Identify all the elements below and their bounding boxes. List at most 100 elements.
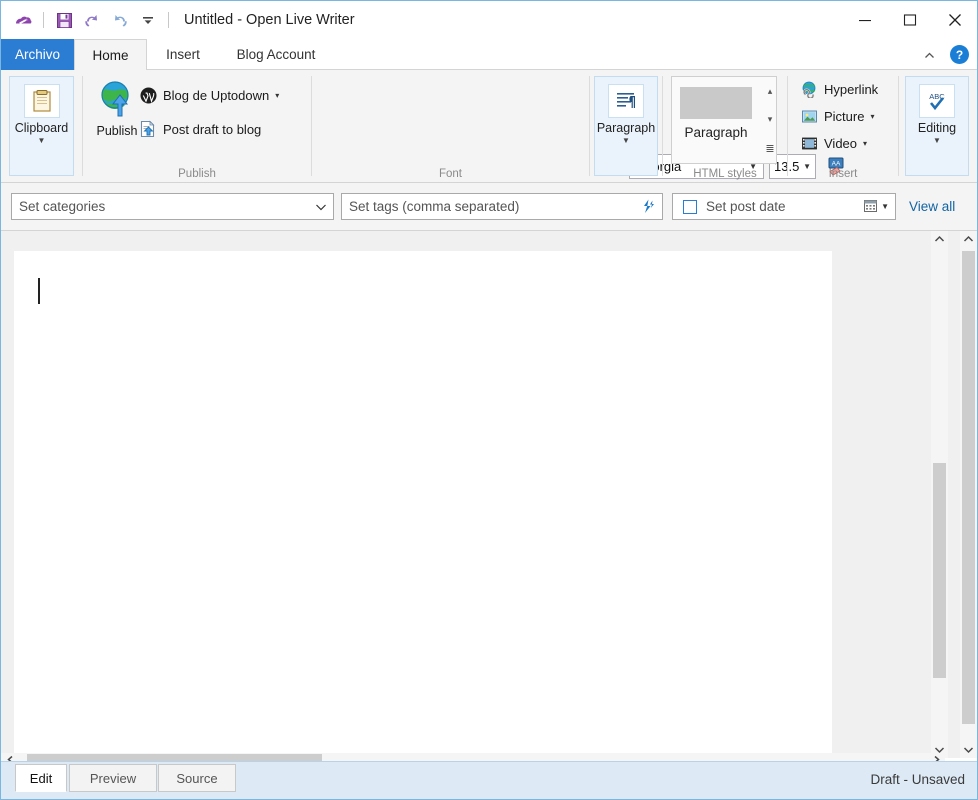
title-bar: Untitled - Open Live Writer	[1, 1, 977, 39]
font-group-label: Font	[438, 168, 462, 180]
editor-vertical-scrollbar[interactable]	[931, 231, 948, 758]
clipboard-button-label: Clipboard	[14, 121, 69, 135]
ribbon-tab-row: Archivo Home Insert Blog Account ?	[1, 39, 977, 70]
status-text: Draft - Unsaved	[870, 772, 965, 787]
tab-home[interactable]: Home	[74, 39, 147, 70]
html-style-swatch[interactable]	[680, 87, 752, 119]
tab-blog-account[interactable]: Blog Account	[221, 39, 331, 70]
ribbon: Clipboard ▼ Publish Blog de Uptodown ▾ P…	[1, 70, 977, 210]
ribbon-group-editing: ABC Editing ▼	[899, 70, 977, 182]
calendar-icon[interactable]	[863, 198, 878, 216]
insert-hyperlink-button[interactable]: Hyperlink	[800, 80, 878, 98]
chevron-down-icon[interactable]: ▾	[863, 139, 867, 148]
post-draft-to-blog-button[interactable]: Post draft to blog	[139, 120, 261, 138]
gallery-more-icon[interactable]: ≣	[765, 142, 774, 155]
hyperlink-icon	[800, 80, 818, 98]
post-body-editor[interactable]	[14, 251, 832, 754]
redo-icon[interactable]	[107, 7, 133, 33]
save-icon[interactable]	[51, 7, 77, 33]
tab-archivo[interactable]: Archivo	[1, 39, 74, 70]
publish-button[interactable]: Publish	[88, 80, 146, 138]
chevron-down-icon[interactable]: ▾	[275, 91, 279, 100]
chevron-down-icon[interactable]: ▼	[881, 202, 889, 211]
post-properties-bar: Set categories Set tags (comma separated…	[1, 183, 977, 231]
maximize-button[interactable]	[887, 1, 932, 39]
editor-scroll-thumb[interactable]	[933, 463, 946, 678]
globe-upload-icon	[97, 80, 137, 123]
help-icon[interactable]: ?	[950, 45, 969, 64]
ribbon-group-insert: Hyperlink Picture ▾ Video ▾ Insert	[788, 70, 898, 182]
editor-area	[1, 231, 977, 758]
collapse-ribbon-icon[interactable]	[919, 45, 939, 65]
window-title: Untitled - Open Live Writer	[184, 12, 355, 28]
window-vertical-scrollbar[interactable]	[960, 231, 977, 758]
post-draft-label: Post draft to blog	[163, 121, 262, 137]
publish-group-label: Publish	[178, 168, 216, 180]
blog-account-label: Blog de Uptodown	[163, 87, 270, 103]
window-scroll-thumb[interactable]	[962, 251, 975, 724]
set-categories-placeholder: Set categories	[19, 199, 106, 214]
clipboard-caret-icon[interactable]: ▼	[38, 136, 46, 145]
gallery-up-icon[interactable]: ▴	[768, 86, 773, 97]
insert-group-label: Insert	[828, 168, 858, 180]
chevron-down-icon[interactable]: ▾	[870, 112, 874, 121]
gallery-down-icon[interactable]: ▾	[768, 114, 773, 125]
scroll-up-icon[interactable]	[960, 231, 977, 248]
open-live-writer-window: Untitled - Open Live Writer Archivo Home…	[0, 0, 978, 800]
scroll-down-icon[interactable]	[960, 741, 977, 758]
post-draft-icon	[139, 120, 157, 138]
chevron-down-icon[interactable]	[315, 201, 333, 213]
calendar-picker[interactable]: ▼	[863, 198, 895, 216]
close-button[interactable]	[932, 1, 977, 39]
scroll-up-icon[interactable]	[931, 231, 948, 248]
ribbon-group-html-styles: Paragraph ▴ ▾ ≣ HTML styles	[663, 70, 787, 182]
status-bar: Edit Preview Source Draft - Unsaved	[1, 761, 977, 799]
publish-button-label: Publish	[96, 124, 138, 138]
ribbon-group-clipboard: Clipboard ▼	[1, 70, 82, 182]
set-post-date-label: Set post date	[706, 199, 786, 214]
set-post-date-checkbox[interactable]	[683, 199, 697, 214]
blog-account-menu[interactable]: Blog de Uptodown ▾	[139, 86, 279, 104]
set-tags-placeholder: Set tags (comma separated)	[349, 199, 520, 214]
set-post-date-control[interactable]: Set post date ▼	[672, 193, 896, 220]
insert-picture-button[interactable]: Picture ▾	[800, 107, 874, 125]
view-tab-preview[interactable]: Preview	[69, 764, 157, 792]
tab-insert[interactable]: Insert	[151, 39, 215, 70]
window-controls	[842, 1, 977, 39]
paragraph-caret-icon[interactable]: ▼	[622, 136, 630, 145]
customize-qat-icon[interactable]	[135, 7, 161, 33]
video-label: Video	[824, 135, 858, 151]
paragraph-button-label: Paragraph	[596, 121, 656, 135]
view-all-link[interactable]: View all	[909, 199, 955, 214]
clipboard-icon	[23, 84, 60, 118]
minimize-button[interactable]	[842, 1, 887, 39]
picture-icon	[800, 107, 818, 125]
refresh-tags-icon[interactable]	[639, 198, 662, 215]
view-tab-edit[interactable]: Edit	[15, 764, 67, 792]
spellcheck-abc-icon: ABC	[919, 84, 955, 118]
paragraph-icon	[608, 84, 644, 118]
paragraph-button[interactable]: Paragraph ▼	[594, 76, 658, 176]
html-styles-gallery[interactable]: Paragraph	[671, 76, 777, 164]
qat-separator-2	[168, 12, 169, 28]
editing-button-label: Editing	[917, 121, 957, 135]
picture-label: Picture	[824, 108, 865, 124]
set-categories-combobox[interactable]: Set categories	[11, 193, 334, 220]
quick-access-toolbar	[1, 7, 174, 33]
hyperlink-label: Hyperlink	[824, 81, 879, 97]
ribbon-group-paragraph: Paragraph ▼	[590, 70, 662, 182]
app-logo-icon[interactable]	[10, 7, 36, 33]
ribbon-group-publish: Publish Blog de Uptodown ▾ Post draft to…	[83, 70, 311, 182]
html-styles-gallery-scroll: ▴ ▾ ≣	[763, 77, 777, 163]
insert-video-button[interactable]: Video ▾	[800, 134, 867, 152]
ribbon-group-font: Georgia ▼ 13.5 ▼ AA B I U abc X₂ X²	[312, 70, 888, 210]
undo-icon[interactable]	[79, 7, 105, 33]
clipboard-button[interactable]: Clipboard ▼	[9, 76, 74, 176]
set-tags-input[interactable]: Set tags (comma separated)	[341, 193, 663, 220]
html-style-selected-label: Paragraph	[684, 125, 748, 140]
editing-caret-icon[interactable]: ▼	[933, 136, 941, 145]
text-caret	[38, 278, 40, 304]
editing-button[interactable]: ABC Editing ▼	[905, 76, 969, 176]
wordpress-icon	[139, 86, 157, 104]
view-tab-source[interactable]: Source	[158, 764, 236, 792]
